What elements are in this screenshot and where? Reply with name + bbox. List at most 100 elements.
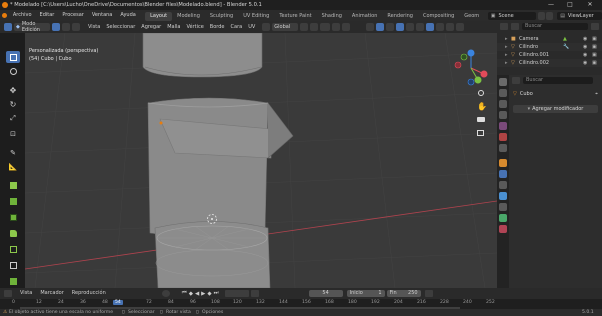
move-tool[interactable]: ✥ [6, 84, 20, 96]
select-box-tool[interactable] [6, 51, 20, 63]
transform-tool[interactable]: ⊡ [6, 128, 20, 140]
overlay-menu-icon[interactable] [406, 23, 415, 31]
menu-borde[interactable]: Borde [207, 21, 228, 33]
add-cube-tool[interactable] [6, 179, 20, 191]
tab-uv-editing[interactable]: UV Editing [238, 12, 274, 21]
navigation-gizmo[interactable] [452, 49, 490, 87]
start-frame-field[interactable]: Inicio 1 [346, 290, 385, 297]
tab-texture-paint[interactable]: Texture Paint [274, 12, 316, 21]
tab-layout[interactable]: Layout [145, 11, 173, 21]
timeline-menu-reproduccion[interactable]: Reproducción [68, 288, 110, 299]
menu-editar[interactable]: Editar [36, 10, 59, 21]
auto-keying-icon[interactable] [161, 290, 170, 297]
menu-vista[interactable]: Vista [85, 21, 103, 33]
current-frame-marker[interactable]: 54 [113, 300, 123, 305]
poly-build-tool[interactable] [6, 275, 20, 287]
snap-icon[interactable] [310, 23, 319, 31]
solid-shading-icon[interactable] [426, 23, 435, 31]
menu-ayuda[interactable]: Ayuda [116, 10, 139, 21]
prev-keyframe-icon[interactable]: ◆ [189, 291, 193, 297]
outliner-editor-icon[interactable] [500, 23, 508, 30]
tab-modeling[interactable]: Modeling [172, 12, 205, 21]
material-properties-tab[interactable] [499, 225, 507, 233]
vertex-select-icon[interactable] [52, 23, 60, 31]
cursor-tool[interactable] [6, 65, 20, 77]
add-modifier-button[interactable]: ▾ Agregar modificador [513, 105, 598, 113]
outliner-filter-icon[interactable] [591, 23, 599, 30]
render-camera-icon[interactable]: ▣ [592, 43, 597, 51]
rotate-tool[interactable]: ↻ [6, 98, 20, 110]
transform-orientation-selector[interactable]: Global [272, 23, 299, 31]
annotate-tool[interactable]: ✎ [6, 147, 20, 159]
scene-properties-tab[interactable] [499, 122, 507, 130]
render-properties-tab[interactable] [499, 89, 507, 97]
loop-cut-tool[interactable] [6, 243, 20, 255]
properties-editor-icon[interactable] [512, 76, 520, 84]
render-camera-icon[interactable]: ▣ [592, 51, 597, 59]
menu-seleccionar[interactable]: Seleccionar [103, 21, 138, 33]
output-properties-tab[interactable] [499, 100, 507, 108]
tab-geometry[interactable]: Geom [459, 12, 484, 21]
constraints-properties-tab[interactable] [499, 203, 507, 211]
timeline-editor-icon[interactable] [4, 290, 12, 297]
render-camera-icon[interactable]: ▣ [592, 59, 597, 67]
playback-mode-selector[interactable] [224, 290, 249, 297]
new-scene-icon[interactable] [538, 11, 546, 20]
outliner-display-mode-icon[interactable] [511, 23, 519, 30]
timeline-menu-marcador[interactable]: Marcador [36, 288, 67, 299]
menu-procesar[interactable]: Procesar [58, 10, 87, 21]
gizmo-menu-icon[interactable] [386, 23, 395, 31]
wireframe-shading-icon[interactable] [436, 23, 445, 31]
menu-agregar[interactable]: Agregar [138, 21, 164, 33]
visibility-eye-icon[interactable]: ◉ [583, 59, 587, 67]
next-keyframe-icon[interactable]: ◆ [207, 291, 211, 297]
timeline-menu-vista[interactable]: Vista [16, 288, 36, 299]
material-shading-icon[interactable] [446, 23, 455, 31]
outliner-search-input[interactable]: Buscar [522, 23, 588, 30]
scale-tool[interactable]: ⤢ [6, 112, 20, 124]
overlay-toggle-icon[interactable] [396, 23, 405, 31]
collection-properties-tab[interactable] [499, 144, 507, 152]
properties-search-input[interactable]: Buscar [523, 76, 593, 84]
editor-type-icon[interactable] [4, 23, 12, 31]
outliner-row-cilindro-002[interactable]: ▸ ▽ Cilindro.002 ◉ ▣ [497, 59, 602, 67]
3d-viewport[interactable]: Personalizada (perspectiva) (54) Cubo | … [25, 33, 497, 288]
transform-orientation-icon[interactable] [262, 23, 271, 31]
blender-menu-icon[interactable] [0, 10, 9, 21]
object-properties-tab[interactable] [499, 159, 507, 167]
tab-rendering[interactable]: Rendering [382, 12, 418, 21]
play-icon[interactable]: ▶ [201, 291, 205, 297]
tab-sculpting[interactable]: Sculpting [205, 12, 238, 21]
current-frame-field[interactable]: 54 [308, 290, 343, 297]
menu-vertice[interactable]: Vértice [183, 21, 206, 33]
tab-compositing[interactable]: Compositing [418, 12, 459, 21]
proportional-edit-icon[interactable] [332, 23, 341, 31]
render-camera-icon[interactable]: ▣ [592, 35, 597, 43]
edge-select-icon[interactable] [62, 23, 70, 31]
knife-tool[interactable] [6, 259, 20, 271]
camera-view-icon[interactable] [477, 115, 487, 125]
rendered-shading-icon[interactable] [456, 23, 465, 31]
visibility-eye-icon[interactable]: ◉ [583, 43, 587, 51]
timeline-ruler[interactable]: 0 12 24 36 48 54 72 84 96 108 120 132 14… [0, 299, 602, 309]
menu-uv[interactable]: UV [245, 21, 258, 33]
keying-set-icon[interactable] [250, 290, 259, 297]
world-properties-tab[interactable] [499, 133, 507, 141]
face-select-icon[interactable] [72, 23, 80, 31]
bevel-tool[interactable] [6, 227, 20, 239]
perspective-toggle-icon[interactable] [477, 128, 487, 138]
menu-ventana[interactable]: Ventana [88, 10, 117, 21]
gizmo-toggle-icon[interactable] [376, 23, 385, 31]
snap-target-icon[interactable] [320, 23, 331, 31]
scene-selector[interactable]: ▣ Scene [487, 11, 537, 20]
end-frame-field[interactable]: Fin 250 [386, 290, 421, 297]
play-reverse-icon[interactable]: ◀ [195, 291, 199, 297]
measure-tool[interactable]: 📐 [6, 161, 20, 173]
menu-archivo[interactable]: Archivo [9, 10, 36, 21]
view-layer-selector[interactable]: ▤ ViewLayer [557, 11, 602, 20]
data-properties-tab[interactable] [499, 214, 507, 222]
outliner-row-cilindro[interactable]: ▸ ▽ Cilindro 🔧 ◉ ▣ [497, 43, 602, 51]
close-button[interactable]: ✕ [583, 1, 597, 9]
visibility-eye-icon[interactable]: ◉ [583, 51, 587, 59]
xray-toggle-icon[interactable] [416, 23, 425, 31]
